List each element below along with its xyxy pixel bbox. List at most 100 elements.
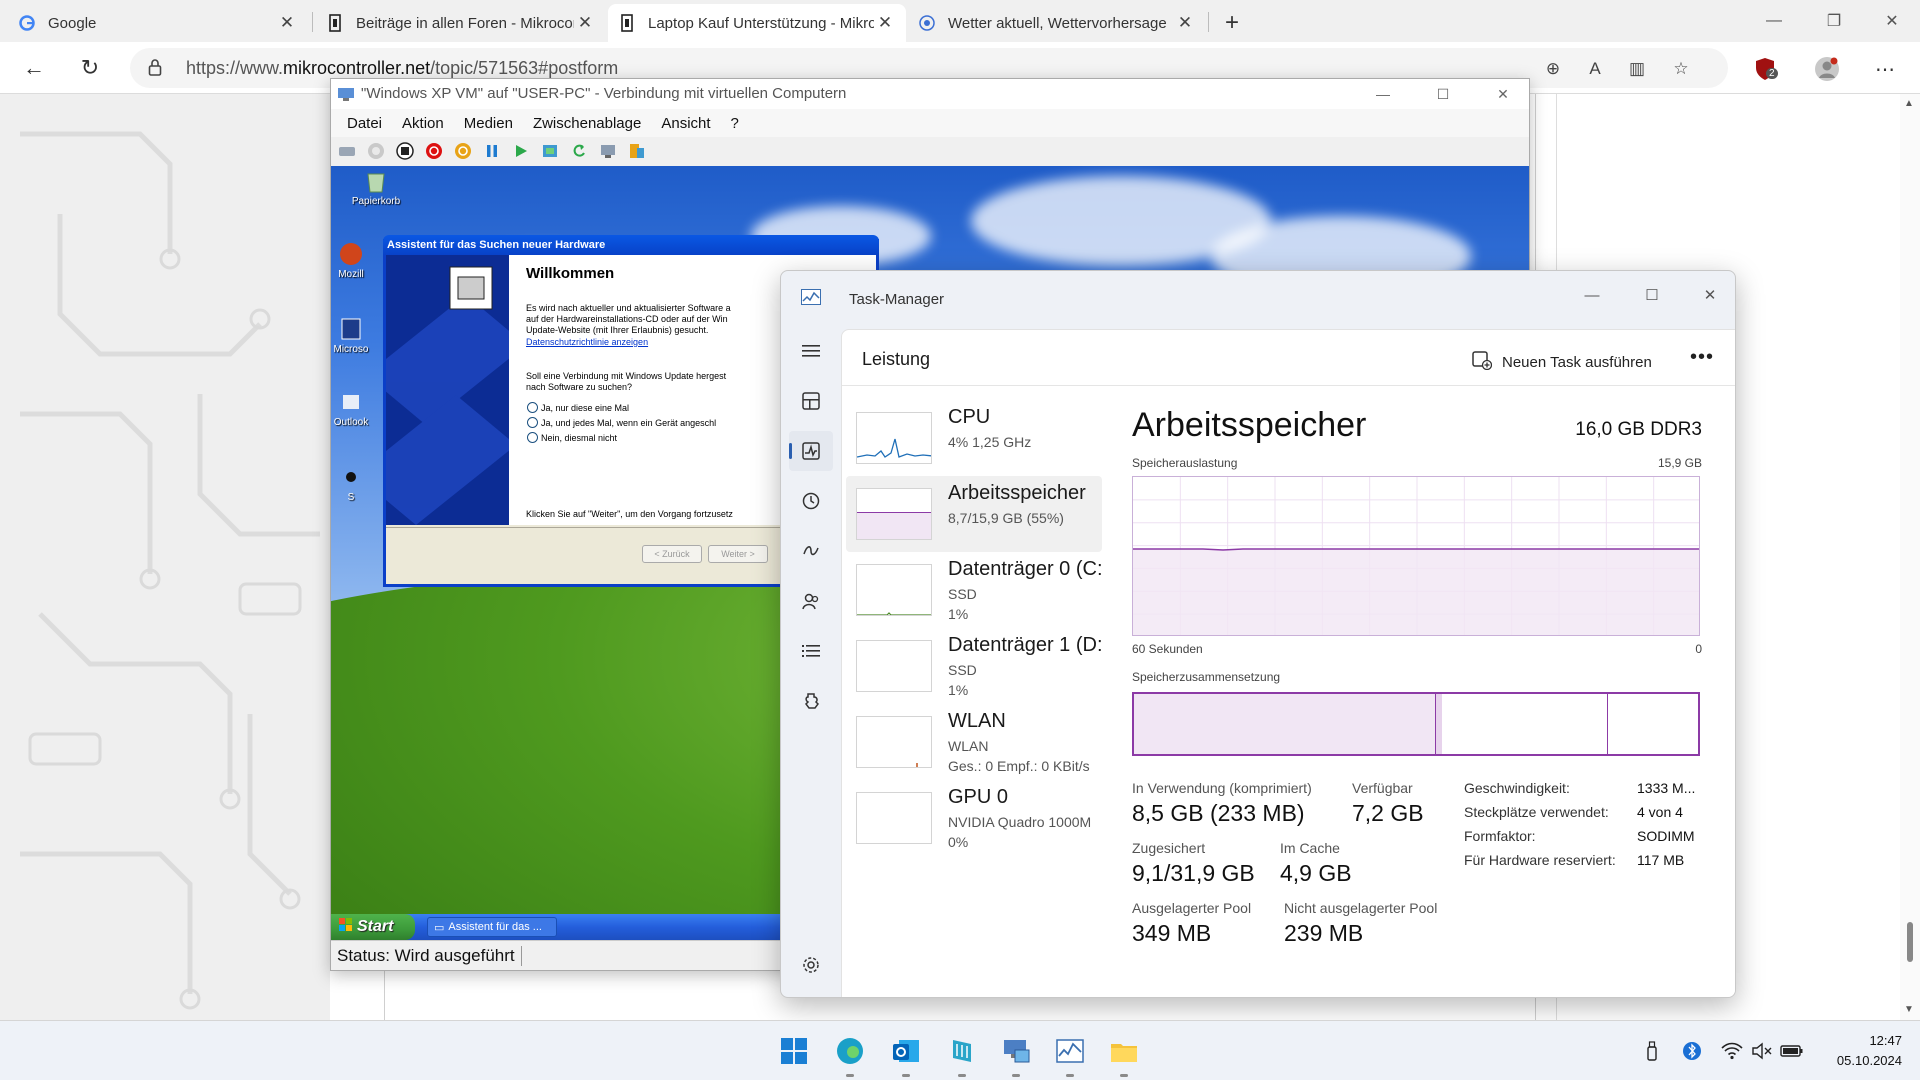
perf-item-cpu[interactable]: CPU 4% 1,25 GHz bbox=[846, 400, 1102, 476]
start-icon[interactable] bbox=[774, 1031, 814, 1071]
close-tab-icon[interactable]: ✕ bbox=[1174, 13, 1196, 33]
close-tab-icon[interactable]: ✕ bbox=[874, 13, 896, 33]
available-value: 7,2 GB bbox=[1352, 800, 1424, 826]
vm-close-button[interactable]: ✕ bbox=[1481, 81, 1525, 107]
desktop-icon-recycle-bin[interactable]: Papierkorb bbox=[341, 168, 411, 207]
tab-google[interactable]: Google ✕ bbox=[8, 4, 308, 42]
menu-aktion[interactable]: Aktion bbox=[402, 115, 444, 132]
close-tab-icon[interactable]: ✕ bbox=[574, 13, 596, 33]
mikrocontroller-icon bbox=[618, 14, 636, 32]
shutdown-icon[interactable] bbox=[424, 141, 444, 161]
revert-icon[interactable] bbox=[569, 141, 589, 161]
favorite-star-icon[interactable]: ☆ bbox=[1670, 58, 1692, 80]
zoom-icon[interactable]: ⊕ bbox=[1542, 58, 1564, 80]
extension-ublock-icon[interactable]: 2 bbox=[1752, 56, 1778, 82]
hamburger-menu-icon[interactable] bbox=[789, 331, 833, 371]
xp-taskbar-wizard-button[interactable]: ▭ Assistent für das ... bbox=[427, 917, 557, 937]
save-state-icon[interactable] bbox=[453, 141, 473, 161]
tab-wetter[interactable]: Wetter aktuell, Wettervorhersage ✕ bbox=[908, 4, 1206, 42]
run-new-task-button[interactable]: Neuen Task ausführen bbox=[1472, 350, 1652, 374]
privacy-policy-link[interactable]: Datenschutzrichtlinie anzeigen bbox=[526, 337, 648, 348]
next-button[interactable]: Weiter > bbox=[708, 545, 768, 563]
radio-option-not-now[interactable]: Nein, diesmal nicht bbox=[527, 432, 617, 443]
minimize-button[interactable]: — bbox=[1744, 0, 1804, 42]
wizard-footer-text: Klicken Sie auf "Weiter", um den Vorgang… bbox=[526, 509, 733, 519]
start-vm-icon[interactable] bbox=[366, 141, 386, 161]
usb-device-icon[interactable] bbox=[1640, 1039, 1664, 1063]
settings-gear-icon[interactable] bbox=[789, 945, 833, 985]
startup-apps-icon[interactable] bbox=[789, 531, 833, 571]
radio-option-once[interactable]: Ja, nur diese eine Mal bbox=[527, 402, 629, 413]
plus-icon: + bbox=[1224, 9, 1239, 36]
edge-icon[interactable] bbox=[830, 1031, 870, 1077]
desktop-icon-outlook[interactable]: Outlook bbox=[331, 389, 371, 428]
perf-item-disk1[interactable]: Datenträger 1 (D:) SSD 1% bbox=[846, 628, 1102, 704]
vm-minimize-button[interactable]: — bbox=[1361, 81, 1405, 107]
processes-icon[interactable] bbox=[789, 381, 833, 421]
menu-medien[interactable]: Medien bbox=[464, 115, 513, 132]
perf-item-gpu0[interactable]: GPU 0 NVIDIA Quadro 1000M 0% bbox=[846, 780, 1102, 856]
app-history-icon[interactable] bbox=[789, 481, 833, 521]
volume-muted-icon[interactable] bbox=[1750, 1039, 1774, 1063]
back-button[interactable]: < Zurück bbox=[642, 545, 702, 563]
turn-off-icon[interactable] bbox=[395, 141, 415, 161]
checkpoint-icon[interactable] bbox=[540, 141, 560, 161]
perf-item-memory[interactable]: Arbeitsspeicher 8,7/15,9 GB (55%) bbox=[846, 476, 1102, 552]
radio-option-always[interactable]: Ja, und jedes Mal, wenn ein Gerät angesc… bbox=[527, 417, 716, 428]
share-icon[interactable] bbox=[627, 141, 647, 161]
new-tab-button[interactable]: + bbox=[1212, 4, 1252, 42]
wifi-icon[interactable] bbox=[1720, 1039, 1744, 1063]
read-aloud-icon[interactable]: A bbox=[1584, 58, 1606, 80]
close-button[interactable]: ✕ bbox=[1862, 0, 1920, 42]
tm-close-button[interactable]: ✕ bbox=[1687, 279, 1733, 311]
scrollbar-thumb[interactable] bbox=[1907, 922, 1913, 962]
perf-item-disk0[interactable]: Datenträger 0 (C:) SSD 1% bbox=[846, 552, 1102, 628]
scroll-up-icon[interactable]: ▲ bbox=[1904, 98, 1914, 109]
reload-button[interactable]: ↻ bbox=[72, 50, 108, 86]
tm-maximize-button[interactable]: ☐ bbox=[1629, 279, 1675, 311]
section-title: Leistung bbox=[862, 349, 931, 369]
resume-icon[interactable] bbox=[511, 141, 531, 161]
menu-help[interactable]: ? bbox=[731, 115, 739, 132]
menu-datei[interactable]: Datei bbox=[347, 115, 382, 132]
explorer-icon[interactable] bbox=[1104, 1031, 1144, 1077]
desktop-icon-microsoft[interactable]: Microso bbox=[331, 316, 371, 355]
details-icon[interactable] bbox=[789, 631, 833, 671]
tab-beitraege[interactable]: Beiträge in allen Foren - Mikrocontrolle… bbox=[316, 4, 606, 42]
azure-icon[interactable] bbox=[942, 1031, 982, 1077]
performance-icon[interactable] bbox=[789, 431, 833, 471]
battery-charging-icon[interactable] bbox=[1780, 1039, 1804, 1063]
restore-button[interactable]: ❐ bbox=[1804, 0, 1864, 42]
menu-ansicht[interactable]: Ansicht bbox=[661, 115, 710, 132]
desktop-icon-mozilla[interactable]: Mozill bbox=[331, 241, 371, 280]
more-menu-icon[interactable]: ⋯ bbox=[1872, 56, 1898, 82]
back-button[interactable]: ← bbox=[16, 50, 52, 86]
in-use-value: 8,5 GB (233 MB) bbox=[1132, 800, 1305, 826]
bluetooth-icon[interactable] bbox=[1680, 1039, 1704, 1063]
desktop-icon-s[interactable]: S bbox=[331, 464, 371, 503]
tm-minimize-button[interactable]: — bbox=[1569, 279, 1615, 311]
reader-view-icon[interactable]: ▥ bbox=[1626, 58, 1648, 80]
profile-avatar[interactable] bbox=[1814, 56, 1840, 82]
more-options-icon[interactable]: ••• bbox=[1690, 346, 1714, 369]
close-tab-icon[interactable]: ✕ bbox=[276, 13, 298, 33]
tm-header: Leistung Neuen Task ausführen ••• bbox=[842, 330, 1735, 386]
tab-laptop-kauf[interactable]: Laptop Kauf Unterstützung - Mikrocontrol… bbox=[608, 4, 906, 42]
scroll-down-icon[interactable]: ▼ bbox=[1904, 1004, 1914, 1015]
users-icon[interactable] bbox=[789, 581, 833, 621]
xp-start-button[interactable]: Start bbox=[331, 914, 415, 940]
hyperv-icon[interactable] bbox=[996, 1031, 1036, 1077]
time-zero: 0 bbox=[1695, 642, 1702, 656]
menu-zwischenablage[interactable]: Zwischenablage bbox=[533, 115, 641, 132]
system-clock[interactable]: 12:47 05.10.2024 bbox=[1802, 1031, 1902, 1071]
vm-maximize-button[interactable]: ☐ bbox=[1421, 81, 1465, 107]
outlook-icon[interactable] bbox=[886, 1031, 926, 1077]
services-icon[interactable] bbox=[789, 681, 833, 721]
taskmanager-icon[interactable] bbox=[1050, 1031, 1090, 1077]
enhanced-session-icon[interactable] bbox=[598, 141, 618, 161]
perf-item-wlan[interactable]: WLAN WLAN Ges.: 0 Empf.: 0 KBit/s bbox=[846, 704, 1102, 780]
memory-usage-area bbox=[1133, 549, 1699, 635]
page-scrollbar[interactable]: ▲ ▼ bbox=[1900, 94, 1920, 1020]
pause-icon[interactable] bbox=[482, 141, 502, 161]
ctrl-alt-del-icon[interactable] bbox=[337, 141, 357, 161]
